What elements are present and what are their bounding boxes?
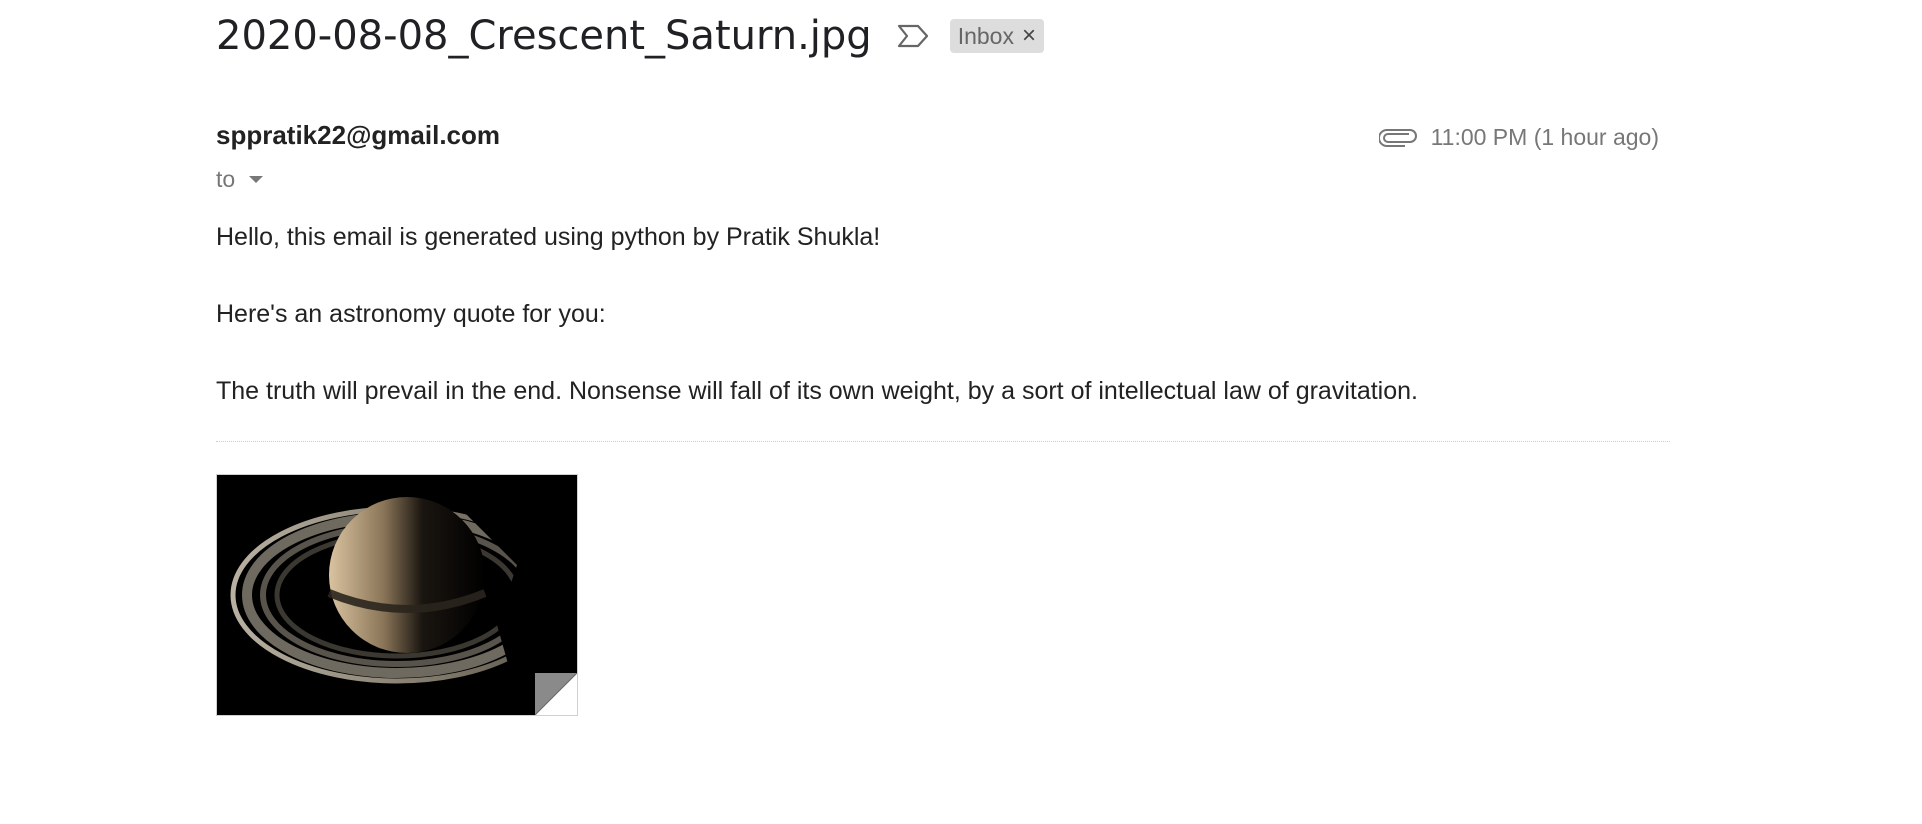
sender-address[interactable]: sppratik22@gmail.com bbox=[216, 120, 500, 151]
crescent-saturn-image bbox=[217, 475, 577, 715]
attachment-thumbnail[interactable] bbox=[216, 474, 578, 716]
body-paragraph: The truth will prevail in the end. Nonse… bbox=[216, 377, 1418, 405]
email-meta: 11:00 PM (1 hour ago) bbox=[1377, 124, 1659, 151]
recipient-details-toggle[interactable]: to bbox=[216, 166, 264, 193]
subject-row: 2020-08-08_Crescent_Saturn.jpg Inbox × bbox=[216, 8, 1044, 64]
email-subject: 2020-08-08_Crescent_Saturn.jpg bbox=[216, 13, 872, 59]
label-chip-text: Inbox bbox=[957, 22, 1014, 49]
attachment-divider bbox=[216, 441, 1670, 442]
body-paragraph: Here's an astronomy quote for you: bbox=[216, 300, 606, 328]
page-fold-icon bbox=[535, 673, 577, 715]
important-marker-icon[interactable] bbox=[896, 23, 930, 49]
label-chip-inbox[interactable]: Inbox × bbox=[949, 19, 1044, 53]
to-label: to bbox=[216, 166, 236, 192]
email-timestamp: 11:00 PM (1 hour ago) bbox=[1430, 124, 1659, 150]
email-view: 2020-08-08_Crescent_Saturn.jpg Inbox × s… bbox=[0, 0, 1922, 824]
paperclip-icon bbox=[1377, 127, 1417, 149]
email-body: Hello, this email is generated using pyt… bbox=[216, 222, 1418, 453]
caret-down-icon bbox=[249, 176, 264, 183]
body-paragraph: Hello, this email is generated using pyt… bbox=[216, 223, 881, 251]
close-icon[interactable]: × bbox=[1022, 24, 1036, 48]
